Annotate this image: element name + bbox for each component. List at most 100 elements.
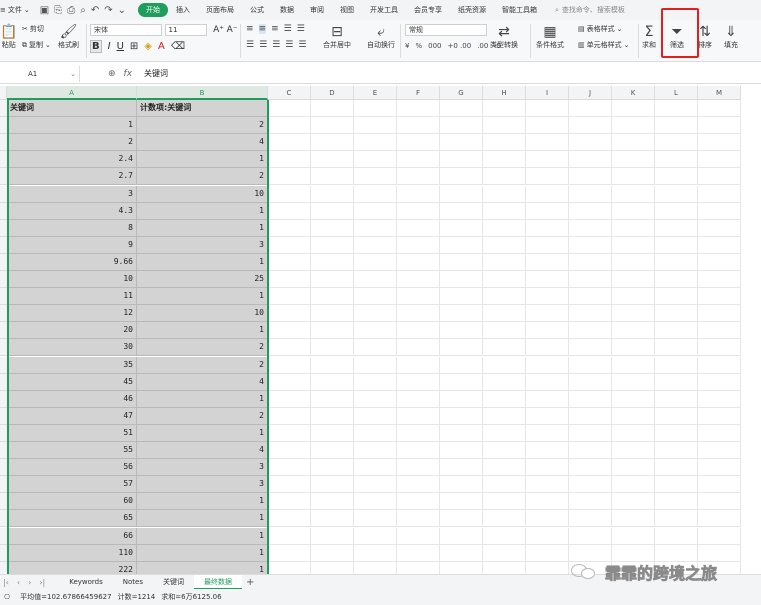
row-header[interactable] bbox=[0, 168, 7, 186]
empty-cell[interactable] bbox=[354, 288, 397, 306]
row-header[interactable] bbox=[0, 459, 7, 477]
empty-cell[interactable] bbox=[397, 527, 440, 545]
increase-font-icon[interactable]: A⁺ bbox=[213, 25, 224, 35]
thousands-separator-icon[interactable]: 000 bbox=[428, 42, 441, 50]
column-header[interactable]: K bbox=[612, 86, 655, 100]
empty-cell[interactable] bbox=[698, 407, 741, 425]
empty-cell[interactable] bbox=[612, 219, 655, 237]
data-cell[interactable]: 2 bbox=[137, 407, 268, 425]
empty-cell[interactable] bbox=[397, 168, 440, 186]
empty-cell[interactable] bbox=[569, 476, 612, 494]
empty-cell[interactable] bbox=[698, 476, 741, 494]
empty-cell[interactable] bbox=[268, 185, 311, 203]
empty-cell[interactable] bbox=[526, 339, 569, 357]
empty-cell[interactable] bbox=[268, 510, 311, 528]
empty-cell[interactable] bbox=[698, 236, 741, 254]
sheet-tab[interactable]: Notes bbox=[113, 575, 153, 590]
border-icon[interactable]: ⊞ bbox=[130, 41, 138, 52]
data-cell[interactable]: 1 bbox=[137, 544, 268, 562]
bold-button[interactable]: B bbox=[90, 40, 102, 53]
empty-cell[interactable] bbox=[440, 151, 483, 169]
empty-cell[interactable] bbox=[397, 202, 440, 220]
empty-cell[interactable] bbox=[311, 271, 354, 289]
empty-cell[interactable] bbox=[440, 561, 483, 574]
data-cell[interactable]: 3 bbox=[137, 476, 268, 494]
empty-cell[interactable] bbox=[268, 476, 311, 494]
empty-cell[interactable] bbox=[612, 493, 655, 511]
row-header[interactable] bbox=[0, 322, 7, 340]
row-header[interactable] bbox=[0, 493, 7, 511]
empty-cell[interactable] bbox=[655, 322, 698, 340]
empty-cell[interactable] bbox=[526, 476, 569, 494]
column-header[interactable]: D bbox=[311, 86, 354, 100]
empty-cell[interactable] bbox=[612, 373, 655, 391]
data-cell[interactable]: 20 bbox=[7, 322, 137, 340]
empty-cell[interactable] bbox=[698, 390, 741, 408]
empty-cell[interactable] bbox=[483, 356, 526, 374]
empty-cell[interactable] bbox=[526, 117, 569, 135]
empty-cell[interactable] bbox=[526, 151, 569, 169]
sheet-tab[interactable]: Keywords bbox=[59, 575, 113, 590]
empty-cell[interactable] bbox=[655, 510, 698, 528]
row-header[interactable] bbox=[0, 305, 7, 323]
empty-cell[interactable] bbox=[311, 561, 354, 574]
empty-cell[interactable] bbox=[268, 168, 311, 186]
font-size-select[interactable]: 11 bbox=[164, 24, 207, 36]
empty-cell[interactable] bbox=[612, 168, 655, 186]
paste-button[interactable]: 📋 粘贴 bbox=[0, 24, 17, 50]
empty-cell[interactable] bbox=[354, 356, 397, 374]
data-cell[interactable]: 1 bbox=[137, 493, 268, 511]
empty-cell[interactable] bbox=[655, 442, 698, 460]
empty-cell[interactable] bbox=[268, 305, 311, 323]
data-cell[interactable]: 60 bbox=[7, 493, 137, 511]
empty-cell[interactable] bbox=[440, 527, 483, 545]
empty-cell[interactable] bbox=[526, 219, 569, 237]
empty-cell[interactable] bbox=[612, 510, 655, 528]
empty-cell[interactable] bbox=[268, 151, 311, 169]
empty-cell[interactable] bbox=[483, 253, 526, 271]
data-cell[interactable]: 3 bbox=[137, 236, 268, 254]
data-cell[interactable]: 1 bbox=[137, 527, 268, 545]
empty-cell[interactable] bbox=[483, 185, 526, 203]
data-cell[interactable]: 9.66 bbox=[7, 253, 137, 271]
empty-cell[interactable] bbox=[612, 202, 655, 220]
data-cell[interactable]: 1 bbox=[137, 322, 268, 340]
empty-cell[interactable] bbox=[526, 561, 569, 574]
empty-cell[interactable] bbox=[612, 476, 655, 494]
empty-cell[interactable] bbox=[655, 100, 698, 118]
empty-cell[interactable] bbox=[354, 185, 397, 203]
ribbon-tab[interactable]: 开始 bbox=[137, 3, 168, 17]
empty-cell[interactable] bbox=[483, 100, 526, 118]
decrease-font-icon[interactable]: A⁻ bbox=[227, 25, 238, 35]
empty-cell[interactable] bbox=[698, 117, 741, 135]
empty-cell[interactable] bbox=[483, 168, 526, 186]
empty-cell[interactable] bbox=[311, 407, 354, 425]
empty-cell[interactable] bbox=[397, 185, 440, 203]
empty-cell[interactable] bbox=[569, 510, 612, 528]
empty-cell[interactable] bbox=[655, 185, 698, 203]
empty-cell[interactable] bbox=[526, 100, 569, 118]
sum-button[interactable]: Σ 求和 bbox=[642, 24, 656, 50]
column-header[interactable]: J bbox=[569, 86, 612, 100]
empty-cell[interactable] bbox=[397, 407, 440, 425]
row-header[interactable] bbox=[0, 442, 7, 460]
empty-cell[interactable] bbox=[612, 236, 655, 254]
empty-cell[interactable] bbox=[311, 424, 354, 442]
save-icon[interactable]: ▣ bbox=[40, 5, 49, 16]
empty-cell[interactable] bbox=[655, 202, 698, 220]
font-name-select[interactable]: 宋体 bbox=[90, 24, 162, 36]
empty-cell[interactable] bbox=[354, 527, 397, 545]
empty-cell[interactable] bbox=[526, 185, 569, 203]
empty-cell[interactable] bbox=[483, 442, 526, 460]
fx-icon[interactable]: fx bbox=[124, 69, 133, 79]
type-convert-button[interactable]: ⇄ 类型转换 bbox=[490, 24, 518, 50]
empty-cell[interactable] bbox=[526, 168, 569, 186]
ribbon-tab[interactable]: 审阅 bbox=[302, 5, 332, 15]
percent-format-icon[interactable]: % bbox=[415, 42, 422, 50]
number-format-select[interactable]: 常规 bbox=[405, 24, 487, 36]
zoom-icon[interactable]: ⊕ bbox=[108, 69, 116, 79]
row-header[interactable] bbox=[0, 236, 7, 254]
data-cell[interactable]: 4 bbox=[137, 442, 268, 460]
empty-cell[interactable] bbox=[311, 117, 354, 135]
empty-cell[interactable] bbox=[612, 134, 655, 152]
